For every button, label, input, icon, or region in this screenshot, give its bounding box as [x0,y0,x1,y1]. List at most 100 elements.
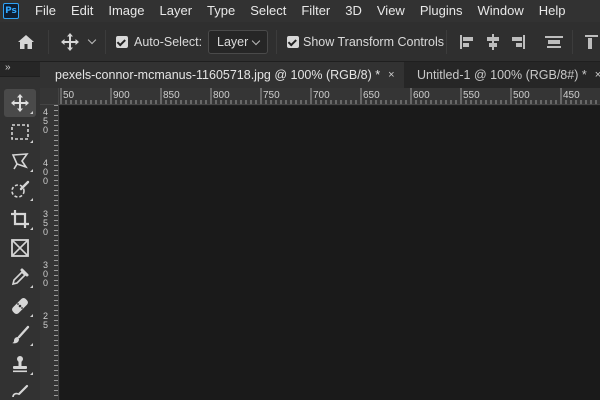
ruler-tick-label: 650 [363,90,380,101]
bandage-icon [12,298,28,314]
ruler-origin[interactable] [40,88,59,105]
ruler-tick-label: 500 [513,90,530,101]
move-icon [61,33,79,51]
menu-file[interactable]: File [27,0,63,22]
move-tool-preset-button[interactable] [60,22,97,62]
document-tabs: pexels-connor-mcmanus-11605718.jpg @ 100… [40,62,600,88]
menu-edit[interactable]: Edit [63,0,100,22]
tools-panel [0,76,40,400]
tab-pexels-document[interactable]: pexels-connor-mcmanus-11605718.jpg @ 100… [40,62,404,88]
ruler-tick-label: 900 [113,90,130,101]
lasso-tool[interactable] [4,147,36,175]
align-horizontal-centers-button[interactable] [484,22,502,62]
chevron-down-icon [251,36,261,46]
rectangular-marquee-tool[interactable] [4,118,36,146]
ruler-tick-label: 50 [63,90,75,101]
options-separator [446,30,447,54]
menu-help[interactable]: Help [531,0,573,22]
clone-stamp-tool[interactable] [4,350,36,378]
brush-tool[interactable] [4,321,36,349]
align-left-icon [460,35,473,49]
vertical-ruler[interactable]: 45040035030025 [40,105,59,400]
frame-tool[interactable] [4,234,36,262]
frame-icon [11,239,29,257]
options-separator [48,30,49,54]
history-brush-icon [12,384,29,398]
options-separator [572,30,573,54]
options-bar: Auto-Select: Layer Show Transform Contro… [0,22,600,62]
show-transform-controls-label: Show Transform Controls [303,35,445,49]
menu-select[interactable]: Select [242,0,293,22]
align-center-icon [487,34,499,50]
stamp-icon [13,356,27,373]
align-right-icon [512,35,525,49]
marquee-icon [11,124,29,140]
ruler-tick-label: 5 [43,320,48,330]
tab-label: pexels-connor-mcmanus-11605718.jpg @ 100… [55,68,381,82]
tool-group-indicator [30,314,33,317]
document-canvas[interactable] [60,106,600,400]
align-top-icon [545,36,563,48]
tool-group-indicator [30,111,33,114]
tab-label: Untitled-1 @ 100% (RGB/8#) * [417,68,587,82]
close-icon[interactable]: × [388,69,394,81]
ruler-tick-label: 800 [213,90,230,101]
menu-image[interactable]: Image [100,0,151,22]
spot-healing-brush-tool[interactable] [4,292,36,320]
history-brush-tool[interactable] [4,379,36,400]
auto-select-checkbox[interactable]: Auto-Select: [116,22,202,62]
tool-group-indicator [30,198,33,201]
home-icon [18,35,34,49]
ruler-tick-label: 550 [463,90,480,101]
menu-layer[interactable]: Layer [152,0,200,22]
align-top-edges-button[interactable] [544,22,564,62]
menu-view[interactable]: View [369,0,412,22]
tool-group-indicator [30,227,33,230]
quick-selection-tool[interactable] [4,176,36,204]
auto-select-target-dropdown[interactable]: Layer [208,30,268,54]
auto-select-label: Auto-Select: [134,35,203,49]
options-separator [276,30,277,54]
distribute-button[interactable] [584,22,598,62]
menu-plugins[interactable]: Plugins [412,0,470,22]
ruler-tick-label: 0 [43,125,48,135]
menu-3d[interactable]: 3D [337,0,369,22]
horizontal-ruler[interactable]: 50 900 850 800 750 700 650 600 550 500 450 [59,88,600,105]
ruler-tick-label: 850 [163,90,180,101]
polygonal-lasso-icon [11,153,29,170]
ruler-tick-label: 0 [43,227,48,237]
auto-select-target-value: Layer [217,35,249,49]
ruler-tick-label: 450 [563,90,580,101]
eyedropper-icon [11,268,29,286]
distribute-icon [585,35,598,49]
vertical-ruler-ticks: 45040035030025 [43,105,58,396]
tab-untitled-1[interactable]: Untitled-1 @ 100% (RGB/8#) * × [404,62,600,88]
eyedropper-tool[interactable] [4,263,36,291]
tool-group-indicator [30,343,33,346]
menu-window[interactable]: Window [469,0,530,22]
tool-group-indicator [30,140,33,143]
menu-filter[interactable]: Filter [293,0,337,22]
quick-selection-icon [11,180,30,198]
menu-type[interactable]: Type [199,0,242,22]
align-left-edges-button[interactable] [458,22,476,62]
photoshop-logo-icon[interactable]: Ps [3,3,19,19]
crop-icon [11,210,29,228]
align-right-edges-button[interactable] [509,22,527,62]
home-button[interactable] [16,22,36,62]
ruler-tick-label: 700 [313,90,330,101]
close-icon[interactable]: × [595,69,600,81]
expand-toolbar-icon[interactable]: » [5,62,10,73]
move-icon [11,94,29,112]
ruler-tick-label: 0 [43,176,48,186]
horizontal-ruler-ticks: 50 900 850 800 750 700 650 600 550 500 450 [60,88,597,104]
checkbox-checked-icon [116,36,128,48]
ruler-tick-label: 0 [43,278,48,288]
options-separator [105,30,106,54]
show-transform-controls-checkbox[interactable]: Show Transform Controls [287,22,444,62]
ruler-tick-label: 600 [413,90,430,101]
tool-group-indicator [30,285,33,288]
move-tool[interactable] [4,89,36,117]
crop-tool[interactable] [4,205,36,233]
brush-icon [12,325,30,344]
